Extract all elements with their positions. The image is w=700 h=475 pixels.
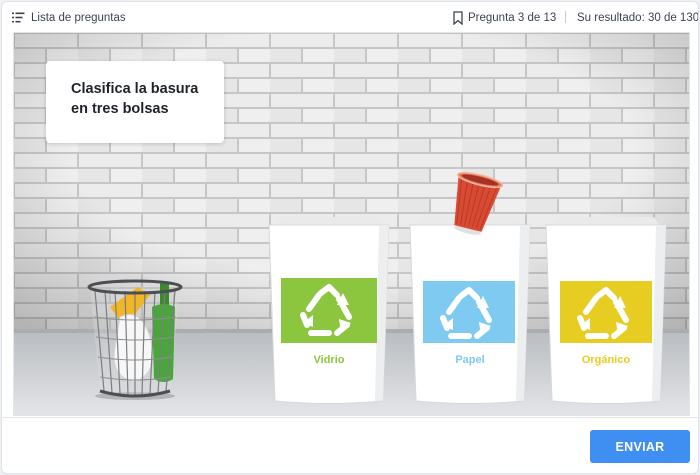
- recycle-icon: [577, 287, 629, 339]
- question-counter-label: Pregunta 3 de 13: [468, 11, 557, 24]
- bin-vidrio[interactable]: Vidrio: [267, 213, 391, 407]
- score-label: Su resultado: 30 de 130: [577, 11, 699, 24]
- recycle-icon: [300, 284, 352, 336]
- mixed-trash-can[interactable]: [80, 277, 190, 401]
- bin-organico-label: Orgánico: [581, 354, 631, 366]
- instruction-text: Clasifica la basura en tres bolsas: [71, 81, 199, 117]
- bookmark-icon[interactable]: [453, 10, 463, 25]
- instruction-card: Clasifica la basura en tres bolsas: [46, 61, 224, 143]
- score-display: Su resultado: 30 de 130: [577, 9, 699, 26]
- question-list-button[interactable]: Lista de preguntas: [12, 9, 126, 26]
- paper-cup-item[interactable]: [442, 169, 504, 239]
- bin-papel[interactable]: Papel: [408, 213, 532, 407]
- top-bar: Lista de preguntas Pregunta 3 de 13 Su r…: [2, 2, 699, 32]
- bin-papel-label: Papel: [455, 354, 485, 366]
- recycle-icon: [440, 287, 492, 339]
- footer-divider: [2, 417, 698, 418]
- question-list-label: Lista de preguntas: [31, 11, 126, 24]
- quiz-frame: Lista de preguntas Pregunta 3 de 13 Su r…: [1, 1, 699, 474]
- sorting-scene: Clasifica la basura en tres bolsas Vidri…: [13, 32, 690, 416]
- submit-button[interactable]: ENVIAR: [590, 430, 690, 463]
- question-counter: Pregunta 3 de 13: [453, 9, 556, 26]
- bin-vidrio-label: Vidrio: [313, 354, 345, 366]
- header-divider: [565, 11, 566, 23]
- list-icon: [12, 12, 25, 23]
- bin-organico[interactable]: Orgánico: [544, 213, 668, 407]
